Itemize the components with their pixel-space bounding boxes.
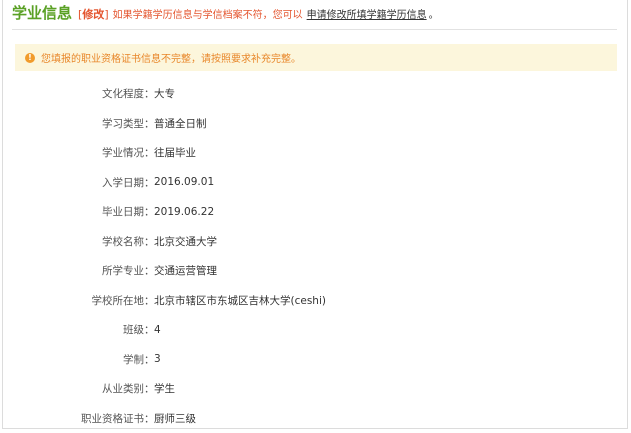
field-colon: ：	[144, 322, 154, 337]
edit-link[interactable]: 修改	[82, 6, 104, 22]
field-label: 文化程度	[0, 86, 144, 101]
warning-banner: ! 您填报的职业资格证书信息不完整，请按照要求补充完整。	[15, 44, 617, 71]
field-colon: ：	[144, 86, 154, 101]
field-value: 北京交通大学	[154, 234, 217, 249]
field-label: 毕业日期	[0, 204, 144, 219]
field-value: 2019.06.22	[154, 206, 214, 218]
section-header: 学业信息 [ 修改 ] 如果学籍学历信息与学信档案不符，您可以 申请修改所填学籍…	[12, 2, 439, 24]
field-row-enrollment-date: 入学日期 ： 2016.09.01	[0, 168, 631, 198]
field-colon: ：	[144, 234, 154, 249]
field-value: 北京市辖区市东城区吉林大学(ceshi)	[154, 293, 326, 308]
field-row-program-length: 学制 ： 3	[0, 345, 631, 375]
field-label: 学校所在地	[0, 293, 144, 308]
field-row-major: 所学专业 ： 交通运营管理	[0, 256, 631, 286]
apply-modify-link[interactable]: 申请修改所填学籍学历信息	[307, 6, 427, 21]
field-value: 往届毕业	[154, 145, 196, 160]
field-value: 4	[154, 324, 161, 336]
field-label: 学制	[0, 352, 144, 367]
field-row-qualification-certificate: 职业资格证书 ： 厨师三级	[0, 404, 631, 433]
field-colon: ：	[144, 145, 154, 160]
field-row-study-status: 学业情况 ： 往届毕业	[0, 138, 631, 168]
field-value: 普通全日制	[154, 116, 207, 131]
field-colon: ：	[144, 263, 154, 278]
field-row-occupation-category: 从业类别 ： 学生	[0, 374, 631, 404]
field-colon: ：	[144, 381, 154, 396]
field-value: 3	[154, 353, 161, 365]
field-row-class: 班级 ： 4	[0, 315, 631, 345]
field-value: 大专	[154, 86, 175, 101]
field-label: 所学专业	[0, 263, 144, 278]
field-label: 职业资格证书	[0, 411, 144, 426]
info-list: 文化程度 ： 大专 学习类型 ： 普通全日制 学业情况 ： 往届毕业 入学日期 …	[0, 79, 631, 433]
field-label: 从业类别	[0, 381, 144, 396]
field-row-school-name: 学校名称 ： 北京交通大学	[0, 227, 631, 257]
field-colon: ：	[144, 116, 154, 131]
field-value: 2016.09.01	[154, 176, 214, 188]
header-divider	[12, 29, 617, 30]
bracket-close: ]	[104, 8, 108, 21]
section-title: 学业信息	[12, 2, 72, 23]
mismatch-notice: 如果学籍学历信息与学信档案不符，您可以	[113, 6, 303, 21]
warning-text: 您填报的职业资格证书信息不完整，请按照要求补充完整。	[41, 50, 301, 65]
field-label: 班级	[0, 322, 144, 337]
field-row-education-level: 文化程度 ： 大专	[0, 79, 631, 109]
field-colon: ：	[144, 411, 154, 426]
field-label: 入学日期	[0, 175, 144, 190]
field-row-school-location: 学校所在地 ： 北京市辖区市东城区吉林大学(ceshi)	[0, 286, 631, 316]
field-colon: ：	[144, 352, 154, 367]
field-row-study-type: 学习类型 ： 普通全日制	[0, 109, 631, 139]
field-label: 学业情况	[0, 145, 144, 160]
field-colon: ：	[144, 293, 154, 308]
field-value: 学生	[154, 381, 175, 396]
header-period: 。	[429, 6, 439, 21]
field-row-graduation-date: 毕业日期 ： 2019.06.22	[0, 197, 631, 227]
field-colon: ：	[144, 204, 154, 219]
warning-icon: !	[25, 53, 35, 63]
field-label: 学习类型	[0, 116, 144, 131]
field-value: 交通运营管理	[154, 263, 217, 278]
field-colon: ：	[144, 175, 154, 190]
field-label: 学校名称	[0, 234, 144, 249]
field-value: 厨师三级	[154, 411, 196, 426]
